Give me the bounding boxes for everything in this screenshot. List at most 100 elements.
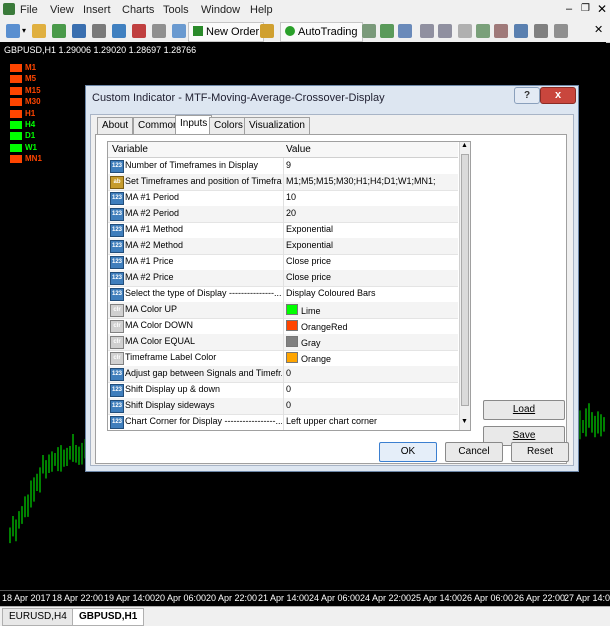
ok-button[interactable]: OK: [379, 442, 437, 462]
restore-icon[interactable]: ❐: [581, 3, 590, 14]
column-value[interactable]: Value: [286, 144, 311, 155]
line-chart-icon[interactable]: [398, 24, 412, 38]
input-row[interactable]: clr Timeframe Label Color Orange: [108, 350, 458, 367]
timeframe-signal: [10, 109, 22, 118]
number-type-icon: 123: [110, 240, 124, 253]
navigator-icon[interactable]: [72, 24, 86, 38]
templates-icon[interactable]: [554, 24, 568, 38]
variable-value[interactable]: Gray: [286, 336, 456, 348]
app-icon[interactable]: [3, 3, 15, 15]
periods-icon[interactable]: [534, 24, 548, 38]
chart-tab-eurusd[interactable]: EURUSD,H4: [2, 608, 74, 626]
input-row[interactable]: 123 Chart Corner for Display ------------…: [108, 414, 458, 430]
bar-chart-icon[interactable]: [362, 24, 376, 38]
menu-window[interactable]: Window: [201, 4, 240, 16]
chart-shift-icon[interactable]: [494, 24, 508, 38]
input-row[interactable]: 123 MA #1 Price Close price: [108, 254, 458, 271]
tab-inputs[interactable]: Inputs: [175, 115, 213, 135]
market-watch-icon[interactable]: [52, 24, 66, 38]
input-row[interactable]: 123 Select the type of Display ----------…: [108, 286, 458, 303]
cancel-button[interactable]: Cancel: [445, 442, 503, 462]
strategy-tester-icon[interactable]: [112, 24, 126, 38]
input-row[interactable]: 123 Shift Display sideways 0: [108, 398, 458, 415]
variable-value-text: 0: [286, 384, 292, 394]
column-divider: [283, 414, 284, 430]
scroll-down-icon[interactable]: ▼: [461, 418, 468, 425]
input-row[interactable]: clr MA Color UP Lime: [108, 302, 458, 319]
input-row[interactable]: 123 Shift Display up & down 0: [108, 382, 458, 399]
close-icon[interactable]: ✕: [597, 2, 607, 16]
variable-value[interactable]: 9: [286, 160, 456, 170]
toolbar: ▾ New Order AutoTrading ✕: [0, 20, 610, 43]
variable-value[interactable]: Left upper chart corner: [286, 416, 456, 426]
terminal-icon[interactable]: [92, 24, 106, 38]
variable-value[interactable]: OrangeRed: [286, 320, 456, 332]
variable-name: Timeframe Label Color: [125, 352, 217, 362]
new-chart-icon[interactable]: [6, 24, 20, 38]
grid-scrollbar[interactable]: ▲ ▼: [459, 142, 470, 430]
chart-close-icon[interactable]: ✕: [594, 23, 603, 36]
load-button[interactable]: Load: [483, 400, 565, 420]
metaeditor-icon[interactable]: [260, 24, 274, 38]
tile-windows-icon[interactable]: [458, 24, 472, 38]
time-label: 27 Apr 14:00: [564, 593, 610, 603]
input-row[interactable]: 123 MA #1 Period 10: [108, 190, 458, 207]
history-icon[interactable]: [172, 24, 186, 38]
minimize-icon[interactable]: –: [566, 3, 572, 15]
variable-value[interactable]: Lime: [286, 304, 456, 316]
menu-insert[interactable]: Insert: [83, 4, 111, 16]
column-divider: [283, 174, 284, 190]
chart-tab-gbpusd[interactable]: GBPUSD,H1: [72, 608, 145, 626]
input-row[interactable]: 123 MA #2 Method Exponential: [108, 238, 458, 255]
dropdown-icon[interactable]: ▾: [22, 26, 26, 35]
variable-value[interactable]: Exponential: [286, 240, 456, 250]
input-row[interactable]: 123 MA #2 Period 20: [108, 206, 458, 223]
data-window-icon[interactable]: [132, 24, 146, 38]
indicators-icon[interactable]: [514, 24, 528, 38]
variable-value[interactable]: 0: [286, 400, 456, 410]
input-row[interactable]: 123 MA #2 Price Close price: [108, 270, 458, 287]
column-variable[interactable]: Variable: [112, 144, 148, 155]
menu-help[interactable]: Help: [250, 4, 273, 16]
inputs-grid: Variable Value 123 Number of Timeframes i…: [107, 141, 471, 431]
timeframe-label: M30: [25, 97, 41, 107]
menu-view[interactable]: View: [50, 4, 74, 16]
menu-tools[interactable]: Tools: [163, 4, 189, 16]
profiles-icon[interactable]: [32, 24, 46, 38]
autotrading-button[interactable]: AutoTrading: [280, 22, 363, 42]
variable-value[interactable]: M1;M5;M15;M30;H1;H4;D1;W1;MN1;: [286, 176, 456, 186]
input-row[interactable]: 123 Adjust gap between Signals and Timefr…: [108, 366, 458, 383]
variable-value[interactable]: Orange: [286, 352, 456, 364]
zoom-in-icon[interactable]: [420, 24, 434, 38]
variable-value[interactable]: Close price: [286, 256, 456, 266]
input-row[interactable]: clr MA Color DOWN OrangeRed: [108, 318, 458, 335]
scroll-up-icon[interactable]: ▲: [461, 142, 468, 149]
menu-charts[interactable]: Charts: [122, 4, 154, 16]
variable-value[interactable]: 0: [286, 368, 456, 378]
input-row[interactable]: 123 MA #1 Method Exponential: [108, 222, 458, 239]
variable-value[interactable]: 20: [286, 208, 456, 218]
input-row[interactable]: 123 Number of Timeframes in Display 9: [108, 158, 458, 175]
variable-value[interactable]: Exponential: [286, 224, 456, 234]
scrollbar-thumb[interactable]: [461, 154, 469, 406]
variable-value[interactable]: Close price: [286, 272, 456, 282]
tab-visualization[interactable]: Visualization: [244, 117, 310, 134]
candlestick-icon[interactable]: [380, 24, 394, 38]
dialog-close-button[interactable]: x: [540, 87, 576, 104]
reset-button[interactable]: Reset: [511, 442, 569, 462]
autoscroll-icon[interactable]: [476, 24, 490, 38]
variable-value[interactable]: 10: [286, 192, 456, 202]
help-button[interactable]: ?: [514, 87, 540, 104]
color-type-icon: clr: [110, 304, 124, 317]
new-order-button[interactable]: New Order: [188, 22, 265, 42]
variable-value[interactable]: Display Coloured Bars: [286, 288, 456, 298]
input-row[interactable]: ab Set Timeframes and position of Timefra…: [108, 174, 458, 191]
input-row[interactable]: clr MA Color EQUAL Gray: [108, 334, 458, 351]
variable-value[interactable]: 0: [286, 384, 456, 394]
tab-about[interactable]: About: [97, 117, 134, 134]
menu-file[interactable]: File: [20, 4, 38, 16]
zoom-out-icon[interactable]: [438, 24, 452, 38]
options-icon[interactable]: [152, 24, 166, 38]
tab-colors[interactable]: Colors: [209, 117, 248, 134]
column-divider: [283, 158, 284, 174]
